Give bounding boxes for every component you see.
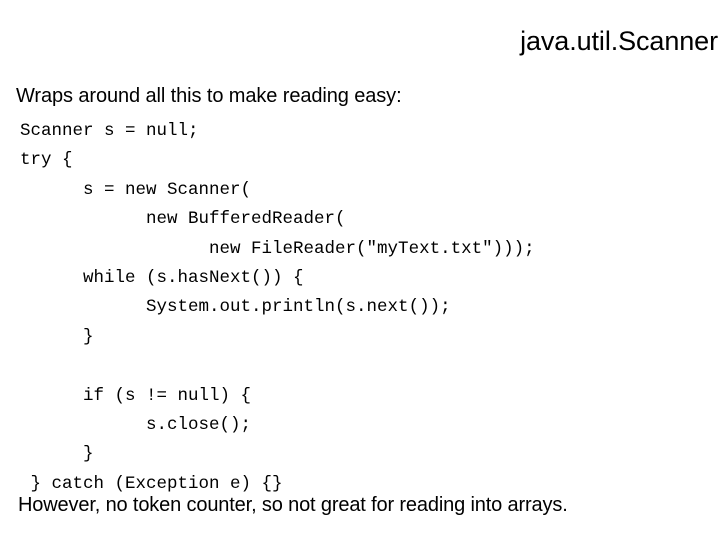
- code-line: new FileReader("myText.txt")));: [20, 238, 535, 259]
- code-line: s.close();: [20, 415, 252, 436]
- code-line: Scanner s = null;: [20, 121, 199, 141]
- footer-note: However, no token counter, so not great …: [18, 494, 568, 516]
- slide-canvas: java.util.Scanner Wraps around all this …: [0, 0, 720, 540]
- code-line: }: [20, 444, 94, 465]
- code-line: while (s.hasNext()) {: [20, 268, 304, 289]
- intro-text: Wraps around all this to make reading ea…: [16, 85, 402, 107]
- code-line: }: [20, 326, 94, 347]
- code-line: new BufferedReader(: [20, 209, 346, 230]
- code-block: Scanner s = null; try { s = new Scanner( …: [20, 117, 535, 499]
- page-title: java.util.Scanner: [520, 26, 718, 56]
- code-line: s = new Scanner(: [20, 179, 252, 200]
- code-line: try {: [20, 150, 73, 171]
- code-line: if (s != null) {: [20, 385, 252, 406]
- code-line: System.out.println(s.next());: [20, 297, 451, 318]
